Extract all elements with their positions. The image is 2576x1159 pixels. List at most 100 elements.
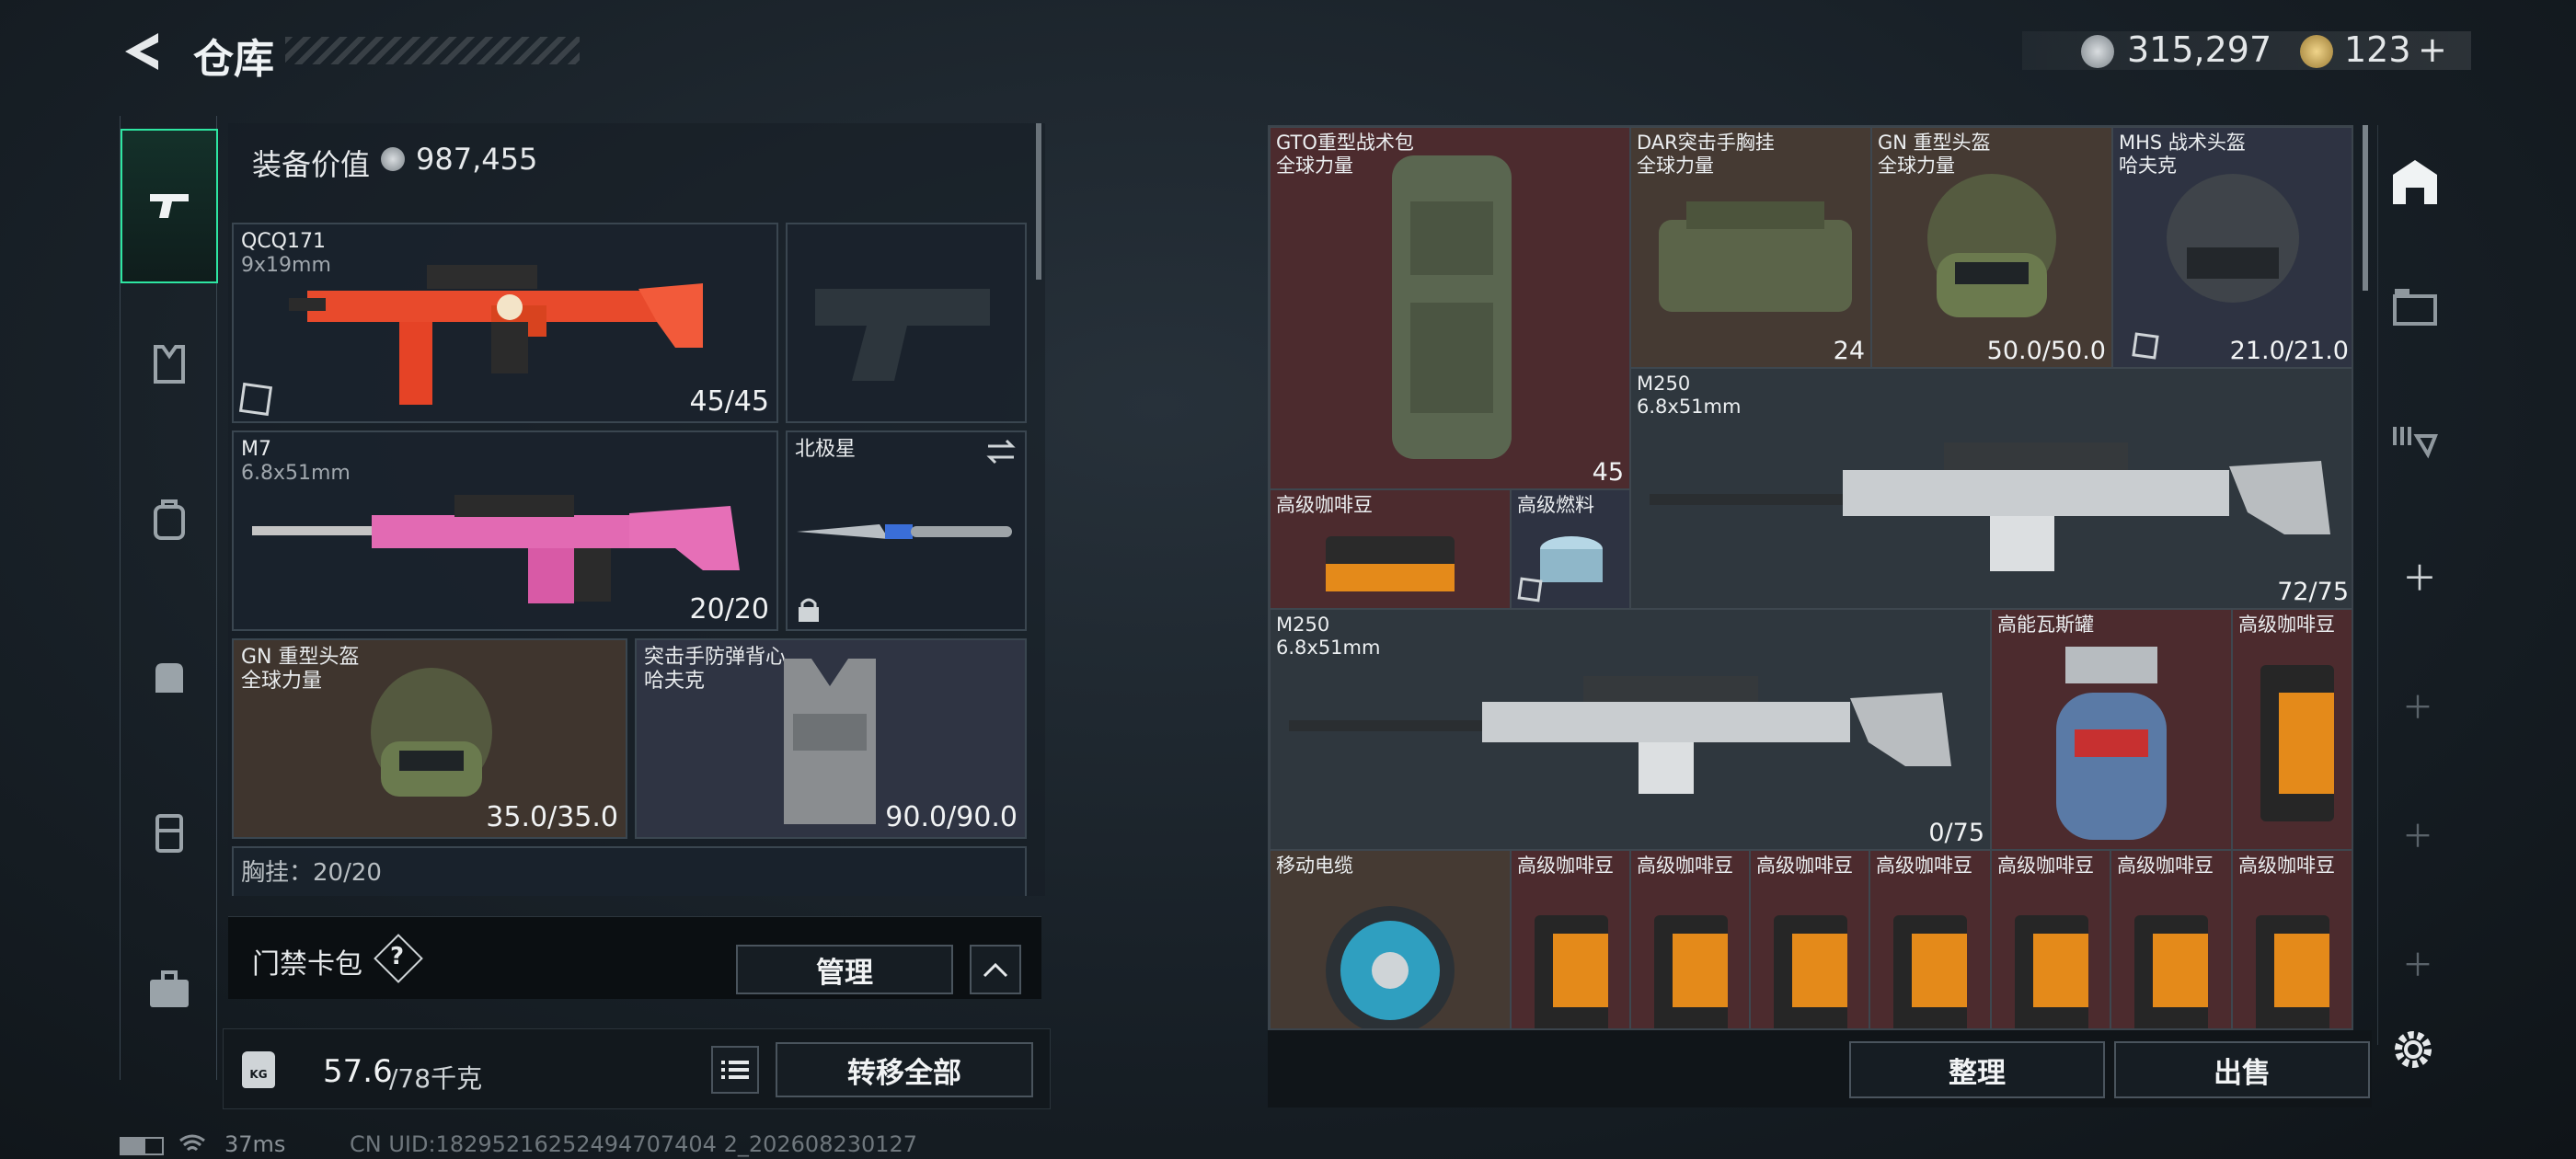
rifle-image	[252, 495, 740, 603]
stash-item[interactable]: 高级咖啡豆	[2232, 609, 2352, 850]
settings-button[interactable]	[2388, 1025, 2438, 1074]
item-capacity: 45	[1592, 458, 1624, 487]
stash-item[interactable]: 高能瓦斯罐	[1991, 609, 2232, 850]
stash-item[interactable]: 高级咖啡豆	[1869, 850, 1991, 1028]
item-name: 高级咖啡豆	[1756, 855, 1853, 877]
stash-item[interactable]: 高级咖啡豆	[1270, 489, 1511, 609]
helmet-image	[371, 668, 492, 797]
tab-stash-main[interactable]	[2386, 153, 2444, 212]
transfer-all-button[interactable]: 转移全部	[776, 1042, 1033, 1097]
tab-case[interactable]	[121, 760, 218, 907]
uid-readout: CN UID:18295216252494707404 2_2026082301…	[350, 1131, 918, 1157]
helmet-image	[2167, 174, 2299, 303]
stash-item[interactable]: 高级咖啡豆	[1630, 850, 1750, 1028]
sidearm-slot-empty[interactable]	[786, 223, 1027, 423]
add-page-button[interactable]: ＋	[2402, 811, 2433, 856]
item-capacity: 24	[1833, 337, 1865, 365]
tab-pouch[interactable]	[121, 603, 218, 751]
stash-item[interactable]: 高级咖啡豆	[1511, 850, 1630, 1028]
melee-slot[interactable]: 北极星	[786, 430, 1027, 631]
stash-item[interactable]: M250 6.8x51mm 0/75	[1270, 609, 1991, 850]
chest-rig-image	[1659, 201, 1852, 312]
item-name: 高级咖啡豆	[1517, 855, 1614, 877]
helmet-durability: 35.0/35.0	[486, 801, 618, 833]
backpack-image	[1392, 155, 1512, 459]
stash-item[interactable]: M250 6.8x51mm 72/75	[1630, 368, 2352, 609]
tab-toolbox[interactable]	[121, 916, 218, 1063]
item-name: 高级燃料	[1517, 494, 1594, 516]
sort-button[interactable]: 整理	[1849, 1041, 2105, 1098]
item-name: DAR突击手胸挂	[1637, 132, 1775, 154]
coffee-bag-image	[1535, 915, 1608, 1028]
stash-item[interactable]: GTO重型战术包 全球力量 45	[1270, 127, 1630, 489]
tab-weapons[interactable]	[121, 129, 218, 283]
stash-item[interactable]: MHS 战术头盔 哈夫克 21.0/21.0	[2112, 127, 2352, 368]
weapon-name: M7	[241, 438, 271, 461]
item-name: MHS 战术头盔	[2119, 132, 2246, 154]
lock-icon	[797, 596, 821, 624]
weight-icon: KG	[242, 1051, 275, 1088]
stash-item[interactable]: 高级咖啡豆	[1991, 850, 2110, 1028]
loadout-panel: 装备价值 987,455 QCQ171 9x19mm 45/45 M7 6.8x51…	[228, 123, 1045, 896]
coffee-bag-image	[2256, 915, 2329, 1028]
item-durability: 21.0/21.0	[2229, 337, 2349, 365]
coffee-bag-image	[1654, 915, 1728, 1028]
primary-weapon-slot[interactable]: QCQ171 9x19mm 45/45	[232, 223, 778, 423]
stash-item[interactable]: 高级咖啡豆	[2232, 850, 2352, 1028]
coffee-bag-image	[1326, 536, 1455, 591]
back-arrow-icon	[125, 33, 158, 70]
stash-scrollbar[interactable]	[2363, 125, 2368, 291]
armor-slot[interactable]: 突击手防弹背心 哈夫克 90.0/90.0	[635, 638, 1027, 839]
gas-canister-image	[2056, 647, 2167, 840]
coffee-bag-image	[1774, 915, 1847, 1028]
chest-rig-slot[interactable]: 胸挂：20/20	[232, 846, 1027, 896]
stash-item[interactable]: 移动电缆	[1270, 850, 1511, 1028]
crate-icon	[2393, 289, 2437, 326]
sell-button[interactable]: 出售	[2114, 1041, 2370, 1098]
item-sub: 全球力量	[1276, 155, 1353, 177]
manage-button[interactable]: 管理	[736, 945, 953, 994]
item-name: 高级咖啡豆	[1876, 855, 1972, 877]
item-name: 高能瓦斯罐	[1997, 614, 2094, 636]
armor-durability: 90.0/90.0	[885, 801, 1018, 833]
tab-stash-2[interactable]	[2389, 281, 2441, 333]
item-name: 高级咖啡豆	[1276, 494, 1373, 516]
list-icon	[721, 1061, 749, 1079]
list-view-button[interactable]	[711, 1046, 759, 1094]
helmet-name: GN 重型头盔	[241, 646, 360, 669]
keycard-pack-label: 门禁卡包	[252, 948, 362, 981]
cable-reel-image	[1326, 906, 1455, 1028]
armor-image	[784, 659, 876, 824]
stash-item[interactable]: GN 重型头盔 全球力量 50.0/50.0	[1871, 127, 2112, 368]
add-page-button[interactable]: ＋	[2402, 683, 2433, 728]
tab-chest-rig[interactable]	[121, 291, 218, 438]
weight-max: /78千克	[389, 1063, 483, 1094]
stash-item[interactable]: 高级咖啡豆	[1750, 850, 1869, 1028]
swap-icon[interactable]	[984, 438, 1018, 465]
helmet-slot[interactable]: GN 重型头盔 全球力量 35.0/35.0	[232, 638, 627, 839]
ammo-count: 45/45	[689, 385, 769, 418]
add-gold-button[interactable]: +	[2418, 29, 2447, 70]
silver-coin-icon	[2081, 35, 2114, 68]
coffee-bag-image	[1893, 915, 1967, 1028]
stash-page-tabs: ＋ ＋ ＋ ＋	[2377, 125, 2451, 1045]
warehouse-icon	[2393, 160, 2437, 204]
add-page-button[interactable]: ＋	[2402, 550, 2437, 601]
stash-item[interactable]: 高级燃料	[1511, 489, 1630, 609]
loadout-scrollbar[interactable]	[1036, 123, 1041, 280]
weight-bar: KG 57.6 /78千克 转移全部	[223, 1028, 1051, 1109]
secondary-weapon-slot[interactable]: M7 6.8x51mm 20/20	[232, 430, 778, 631]
ammo-count: 0/75	[1928, 819, 1984, 847]
stash-item[interactable]: DAR突击手胸挂 全球力量 24	[1630, 127, 1871, 368]
collapse-button[interactable]	[970, 945, 1021, 994]
item-name: 高级咖啡豆	[2238, 855, 2335, 877]
add-page-button[interactable]: ＋	[2402, 940, 2433, 985]
back-button[interactable]	[118, 28, 166, 75]
stash-item[interactable]: 高级咖啡豆	[2110, 850, 2232, 1028]
keycard-pack-bar: 门禁卡包 ? 管理	[228, 916, 1041, 999]
ping-readout: 37ms	[224, 1131, 286, 1157]
gold-balance: 123	[2344, 29, 2411, 70]
tab-backpack[interactable]	[121, 447, 218, 594]
tab-stash-3[interactable]	[2389, 418, 2441, 469]
wifi-icon	[178, 1133, 206, 1155]
